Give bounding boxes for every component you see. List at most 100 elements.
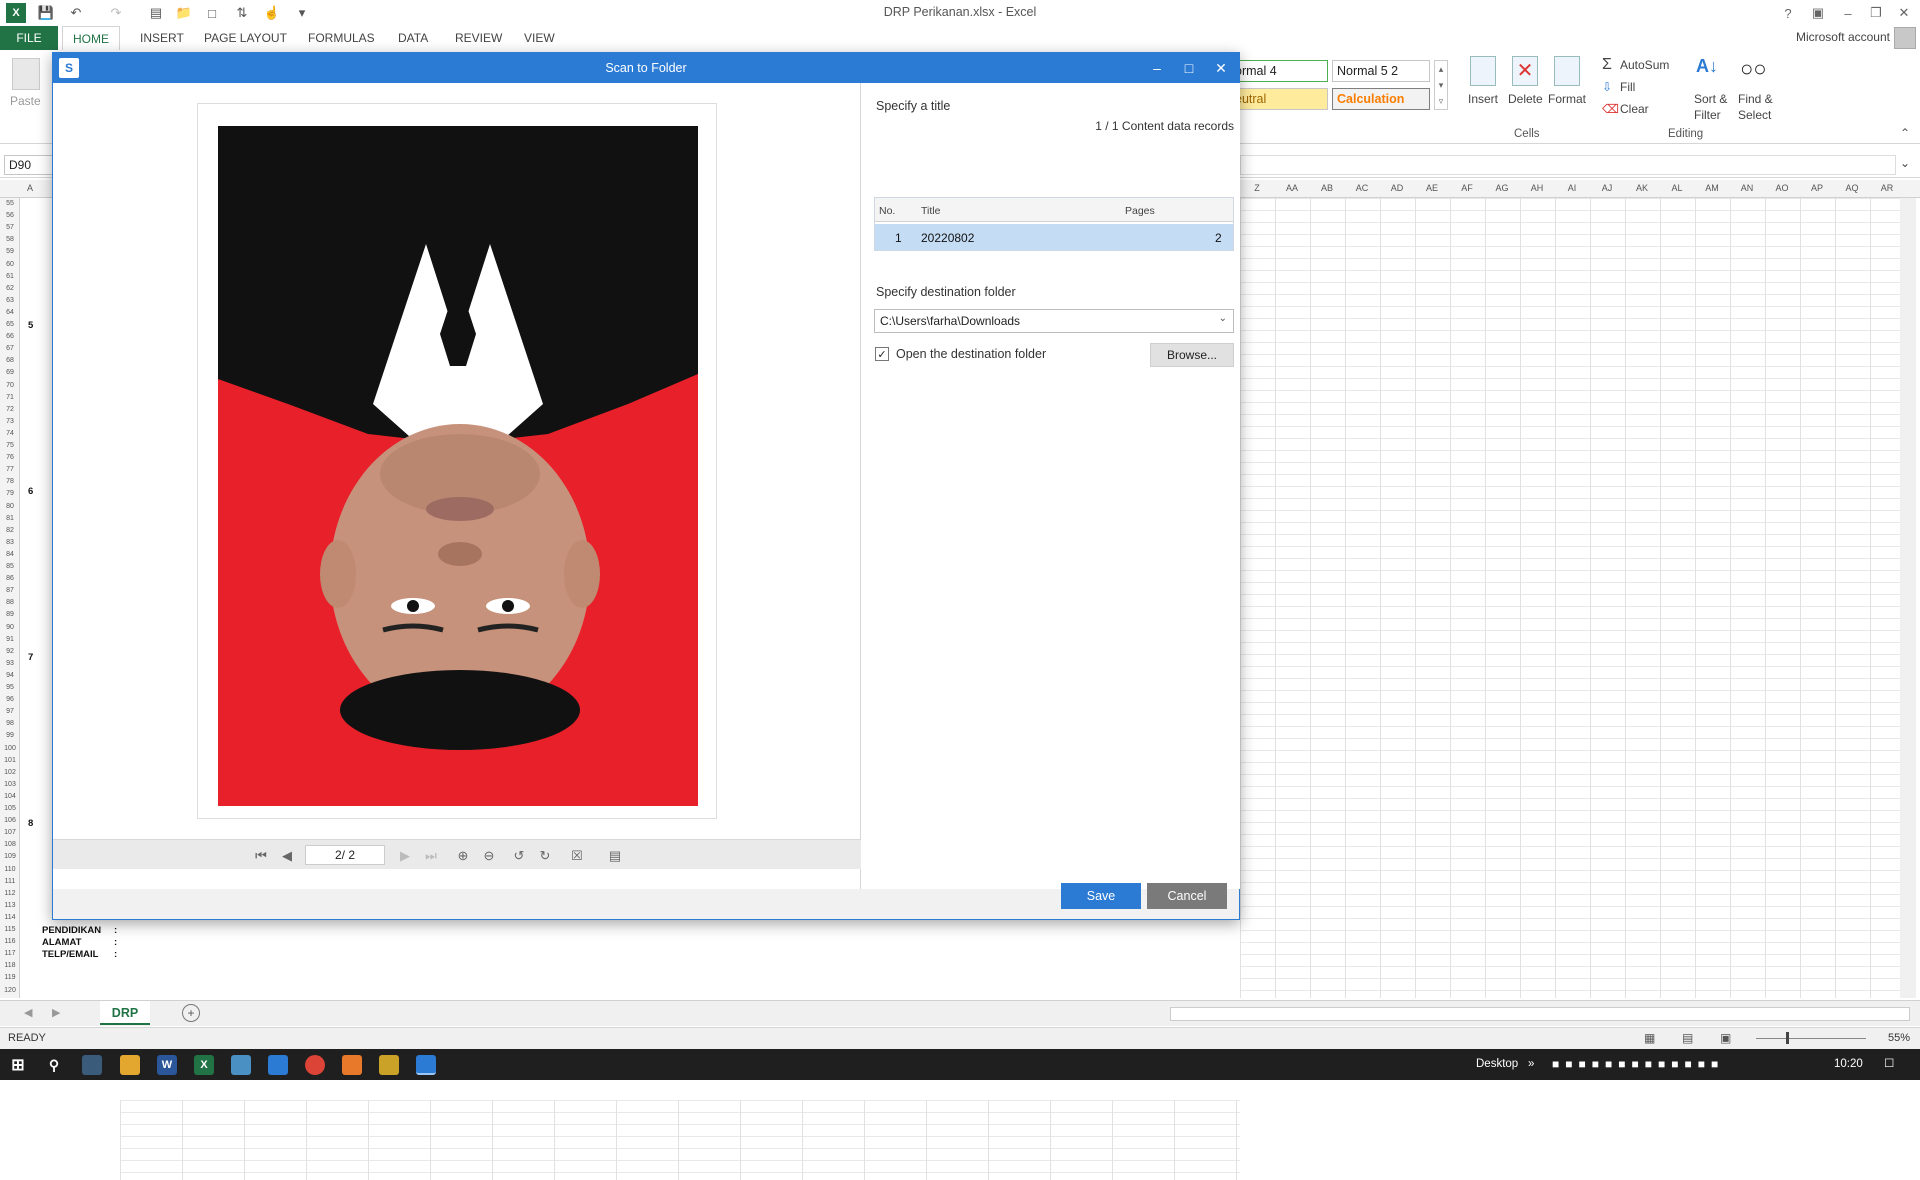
column-letter[interactable]: AH — [1520, 183, 1554, 193]
dialog-minimize-icon[interactable]: – — [1143, 57, 1171, 79]
row-number[interactable]: 95 — [0, 684, 20, 691]
account-label[interactable]: Microsoft account — [1796, 30, 1890, 44]
row-number[interactable]: 100 — [0, 745, 20, 752]
row-number[interactable]: 81 — [0, 515, 20, 522]
row-number[interactable]: 64 — [0, 309, 20, 316]
open-destination-label[interactable]: Open the destination folder — [896, 347, 1046, 361]
style-normal-5-2[interactable]: Normal 5 2 — [1332, 60, 1430, 82]
prev-sheet-icon[interactable]: ◀ — [24, 1006, 32, 1019]
row-number[interactable]: 104 — [0, 793, 20, 800]
tab-formulas[interactable]: FORMULAS — [298, 26, 385, 50]
row-number[interactable]: 58 — [0, 236, 20, 243]
column-letter[interactable]: AM — [1695, 183, 1729, 193]
row-title[interactable]: 20220802 — [921, 231, 974, 245]
row-number[interactable]: 78 — [0, 478, 20, 485]
column-letter[interactable]: AJ — [1590, 183, 1624, 193]
row-number[interactable]: 110 — [0, 866, 20, 873]
row-number[interactable]: 69 — [0, 369, 20, 376]
sort-filter-label-2[interactable]: Filter — [1694, 108, 1721, 122]
row-number[interactable]: 93 — [0, 660, 20, 667]
restore-icon[interactable]: ❐ — [1862, 2, 1890, 24]
open-destination-checkbox[interactable]: ✓ — [875, 347, 889, 361]
app-orange-icon[interactable] — [342, 1055, 362, 1075]
scan-to-folder-taskbar-icon[interactable] — [416, 1055, 436, 1075]
column-letter[interactable]: AL — [1660, 183, 1694, 193]
collapse-ribbon-icon[interactable]: ⌃ — [1900, 126, 1910, 140]
vertical-scrollbar[interactable] — [1900, 198, 1916, 998]
column-letter[interactable]: AQ — [1835, 183, 1869, 193]
tray-overflow-icon[interactable]: » — [1528, 1049, 1534, 1080]
table-row[interactable]: 1 20220802 2 — [875, 224, 1233, 250]
expand-formula-icon[interactable]: ⌄ — [1900, 156, 1910, 170]
clipboard-icon[interactable] — [12, 58, 40, 90]
column-letter[interactable]: AE — [1415, 183, 1449, 193]
column-letter[interactable]: AG — [1485, 183, 1519, 193]
row-number[interactable]: 68 — [0, 357, 20, 364]
delete-cells-icon[interactable]: ✕ — [1512, 56, 1538, 86]
column-letter[interactable]: AP — [1800, 183, 1834, 193]
chrome-icon[interactable] — [305, 1055, 325, 1075]
dropdown-chevron-icon[interactable]: ⌄ — [1219, 313, 1227, 324]
row-number[interactable]: 57 — [0, 224, 20, 231]
first-page-icon[interactable]: ⏮ — [251, 846, 271, 866]
column-letter[interactable]: AR — [1870, 183, 1904, 193]
account-avatar[interactable] — [1894, 27, 1916, 49]
tab-view[interactable]: VIEW — [514, 26, 565, 50]
row-number[interactable]: 77 — [0, 466, 20, 473]
column-letter[interactable]: AD — [1380, 183, 1414, 193]
prev-page-icon[interactable]: ◀ — [277, 846, 297, 866]
dialog-close-icon[interactable]: ✕ — [1207, 57, 1235, 79]
row-number[interactable]: 76 — [0, 454, 20, 461]
zoom-slider-thumb[interactable] — [1786, 1032, 1789, 1044]
row-number[interactable]: 116 — [0, 938, 20, 945]
minimize-icon[interactable]: – — [1834, 2, 1862, 24]
column-letter[interactable]: AC — [1345, 183, 1379, 193]
insert-cells-icon[interactable] — [1470, 56, 1496, 86]
tab-review[interactable]: REVIEW — [445, 26, 512, 50]
row-number[interactable]: 90 — [0, 624, 20, 631]
row-number[interactable]: 119 — [0, 974, 20, 981]
autosum-label[interactable]: AutoSum — [1620, 58, 1669, 72]
row-number[interactable]: 109 — [0, 853, 20, 860]
row-number[interactable]: 67 — [0, 345, 20, 352]
save-button[interactable]: Save — [1061, 883, 1141, 909]
row-number[interactable]: 75 — [0, 442, 20, 449]
row-number[interactable]: 84 — [0, 551, 20, 558]
row-number[interactable]: 118 — [0, 962, 20, 969]
rotate-right-icon[interactable]: ↻ — [535, 846, 555, 866]
sort-filter-label-1[interactable]: Sort & — [1694, 92, 1727, 106]
row-number[interactable]: 92 — [0, 648, 20, 655]
page-settings-icon[interactable]: ▤ — [605, 846, 625, 866]
browse-button[interactable]: Browse... — [1150, 343, 1234, 367]
delete-label[interactable]: Delete — [1508, 92, 1543, 106]
system-tray-icons[interactable]: ■■■■■■■■■■■■■ — [1552, 1049, 1852, 1080]
row-number[interactable]: 120 — [0, 987, 20, 994]
find-binoculars-icon[interactable]: ○○ — [1740, 56, 1768, 86]
row-number[interactable]: 113 — [0, 902, 20, 909]
grid[interactable] — [1240, 198, 1900, 998]
row-number[interactable]: 83 — [0, 539, 20, 546]
fill-label[interactable]: Fill — [1620, 80, 1635, 94]
row-number[interactable]: 59 — [0, 248, 20, 255]
sheet-tab-drp[interactable]: DRP — [100, 1001, 150, 1025]
column-letter[interactable]: AA — [1275, 183, 1309, 193]
row-number[interactable]: 61 — [0, 273, 20, 280]
format-label[interactable]: Format — [1548, 92, 1586, 106]
page-number-input[interactable]: 2/ 2 — [305, 845, 385, 865]
file-explorer-icon[interactable] — [120, 1055, 140, 1075]
zoom-in-icon[interactable]: ⊕ — [453, 846, 473, 866]
column-letter[interactable]: AI — [1555, 183, 1589, 193]
clear-label[interactable]: Clear — [1620, 102, 1649, 116]
row-number[interactable]: 80 — [0, 503, 20, 510]
row-number[interactable]: 79 — [0, 490, 20, 497]
row-number[interactable]: 55 — [0, 200, 20, 207]
style-calculation[interactable]: Calculation — [1332, 88, 1430, 110]
row-number[interactable]: 108 — [0, 841, 20, 848]
windows-start-icon[interactable]: ⊞ — [8, 1055, 28, 1075]
tab-page-layout[interactable]: PAGE LAYOUT — [194, 26, 297, 50]
row-number[interactable]: 89 — [0, 611, 20, 618]
grid[interactable] — [120, 1100, 1240, 1180]
horizontal-scrollbar[interactable] — [1170, 1007, 1910, 1021]
add-sheet-icon[interactable]: + — [182, 1004, 200, 1022]
row-number[interactable]: 103 — [0, 781, 20, 788]
